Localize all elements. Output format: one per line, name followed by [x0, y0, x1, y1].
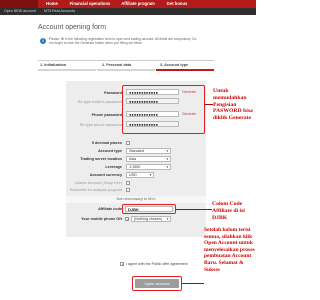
chevron-down-icon: ▼ [166, 157, 169, 161]
subscribe-label: Subscribe for analysis program [69, 188, 122, 192]
tab-home[interactable]: Home [40, 0, 64, 8]
mobile-checkbox[interactable] [125, 217, 130, 222]
affiliate-label: Affiliate code [98, 207, 122, 211]
step-account-type: 3. Account type [160, 63, 189, 67]
decimal-checkbox[interactable] [126, 141, 130, 145]
info-icon: i [40, 38, 46, 44]
password-annotation: Untuk memudahkan Pengisian PASWORD bisa … [213, 88, 253, 122]
page-title: Account opening form [38, 24, 107, 31]
retype-password-input[interactable]: ●●●●●●●●●●●● [126, 98, 179, 104]
leverage-label: Leverage [105, 165, 122, 169]
password-input[interactable]: ●●●●●●●●●●●● [126, 89, 179, 95]
chevron-down-icon: ▼ [166, 165, 169, 169]
mobile-value: (Nothing chosen) [134, 217, 163, 221]
leverage-value: 1:1000 [129, 165, 141, 169]
affiliate-arrow [176, 209, 212, 210]
step-bar-3 [156, 69, 214, 71]
steps-divider [38, 60, 214, 61]
submit-annotation: Setelah kolom terisi semua, silahkan kli… [204, 227, 255, 273]
password-label: Password [104, 91, 122, 95]
server-value: Asia [129, 157, 137, 161]
account-type-label: Account type [97, 149, 122, 153]
phone-password-input[interactable]: ●●●●●●●●●●●● [126, 111, 179, 117]
optional-section-title: Not neccessary to fill in [66, 196, 206, 203]
retype-password-label: Re-type trader's password [77, 100, 122, 104]
subscribe-checkbox[interactable] [126, 188, 130, 192]
generate-password-link[interactable]: Generate [182, 90, 196, 94]
submit-arrow [182, 283, 204, 284]
agree-label: I agree with the Public offer agreement [126, 262, 188, 266]
top-nav-left-block [0, 0, 38, 8]
currency-value: USD [129, 173, 137, 177]
currency-label: Account currency [89, 173, 122, 177]
subnav-mt5-real-accounts[interactable]: MT5 Real Accounts [44, 8, 75, 15]
sub-nav-bar [0, 8, 256, 15]
affiliate-annotation: Colom Code Affiliate di isi DJBK [212, 201, 245, 221]
account-type-value: Standard [129, 149, 144, 153]
step-bar-1 [38, 69, 96, 71]
step-personal-data: 2. Personal data [102, 63, 132, 67]
tab-affiliate-program[interactable]: Affiliate program [116, 0, 160, 8]
retype-phone-label: Re-type phone password [79, 123, 122, 127]
phone-password-label: Phone password [91, 113, 122, 117]
form-notice: Please, fill in the following registrati… [49, 37, 197, 46]
leverage-select[interactable]: 1:1000 ▼ [126, 164, 171, 170]
generate-phone-password-link[interactable]: Generate [182, 112, 196, 116]
mobile-select[interactable]: (Nothing chosen) ▼ [131, 216, 171, 222]
islamic-label: Islamic account (Swap free) [75, 181, 122, 185]
mobile-label: Your mobile phone ON [81, 217, 122, 221]
chevron-down-icon: ▼ [166, 149, 169, 153]
subnav-open-new-account[interactable]: Open NEW account [4, 8, 36, 15]
step-bar-2 [97, 69, 155, 71]
server-select[interactable]: Asia ▼ [126, 156, 171, 162]
tab-financial-operations[interactable]: Financial operations [66, 0, 114, 8]
retype-phone-input[interactable]: ●●●●●●●●●●●● [126, 121, 179, 127]
password-arrow [205, 104, 213, 105]
islamic-checkbox[interactable] [126, 181, 130, 185]
decimal-label: 5 decimal places [91, 141, 122, 145]
chevron-down-icon: ▼ [166, 217, 169, 221]
chevron-down-icon: ▼ [149, 173, 152, 177]
step-initialization: 1. Initialization [40, 63, 67, 67]
agree-checkbox[interactable] [120, 262, 125, 267]
currency-select[interactable]: USD ▼ [126, 172, 154, 178]
tab-get-bonus[interactable]: Get bonus [162, 0, 192, 8]
account-type-select[interactable]: Standard ▼ [126, 148, 171, 154]
affiliate-input[interactable]: DJBK [125, 206, 173, 212]
open-account-button[interactable]: Open account [135, 279, 179, 288]
server-label: Trading server location [80, 157, 122, 161]
